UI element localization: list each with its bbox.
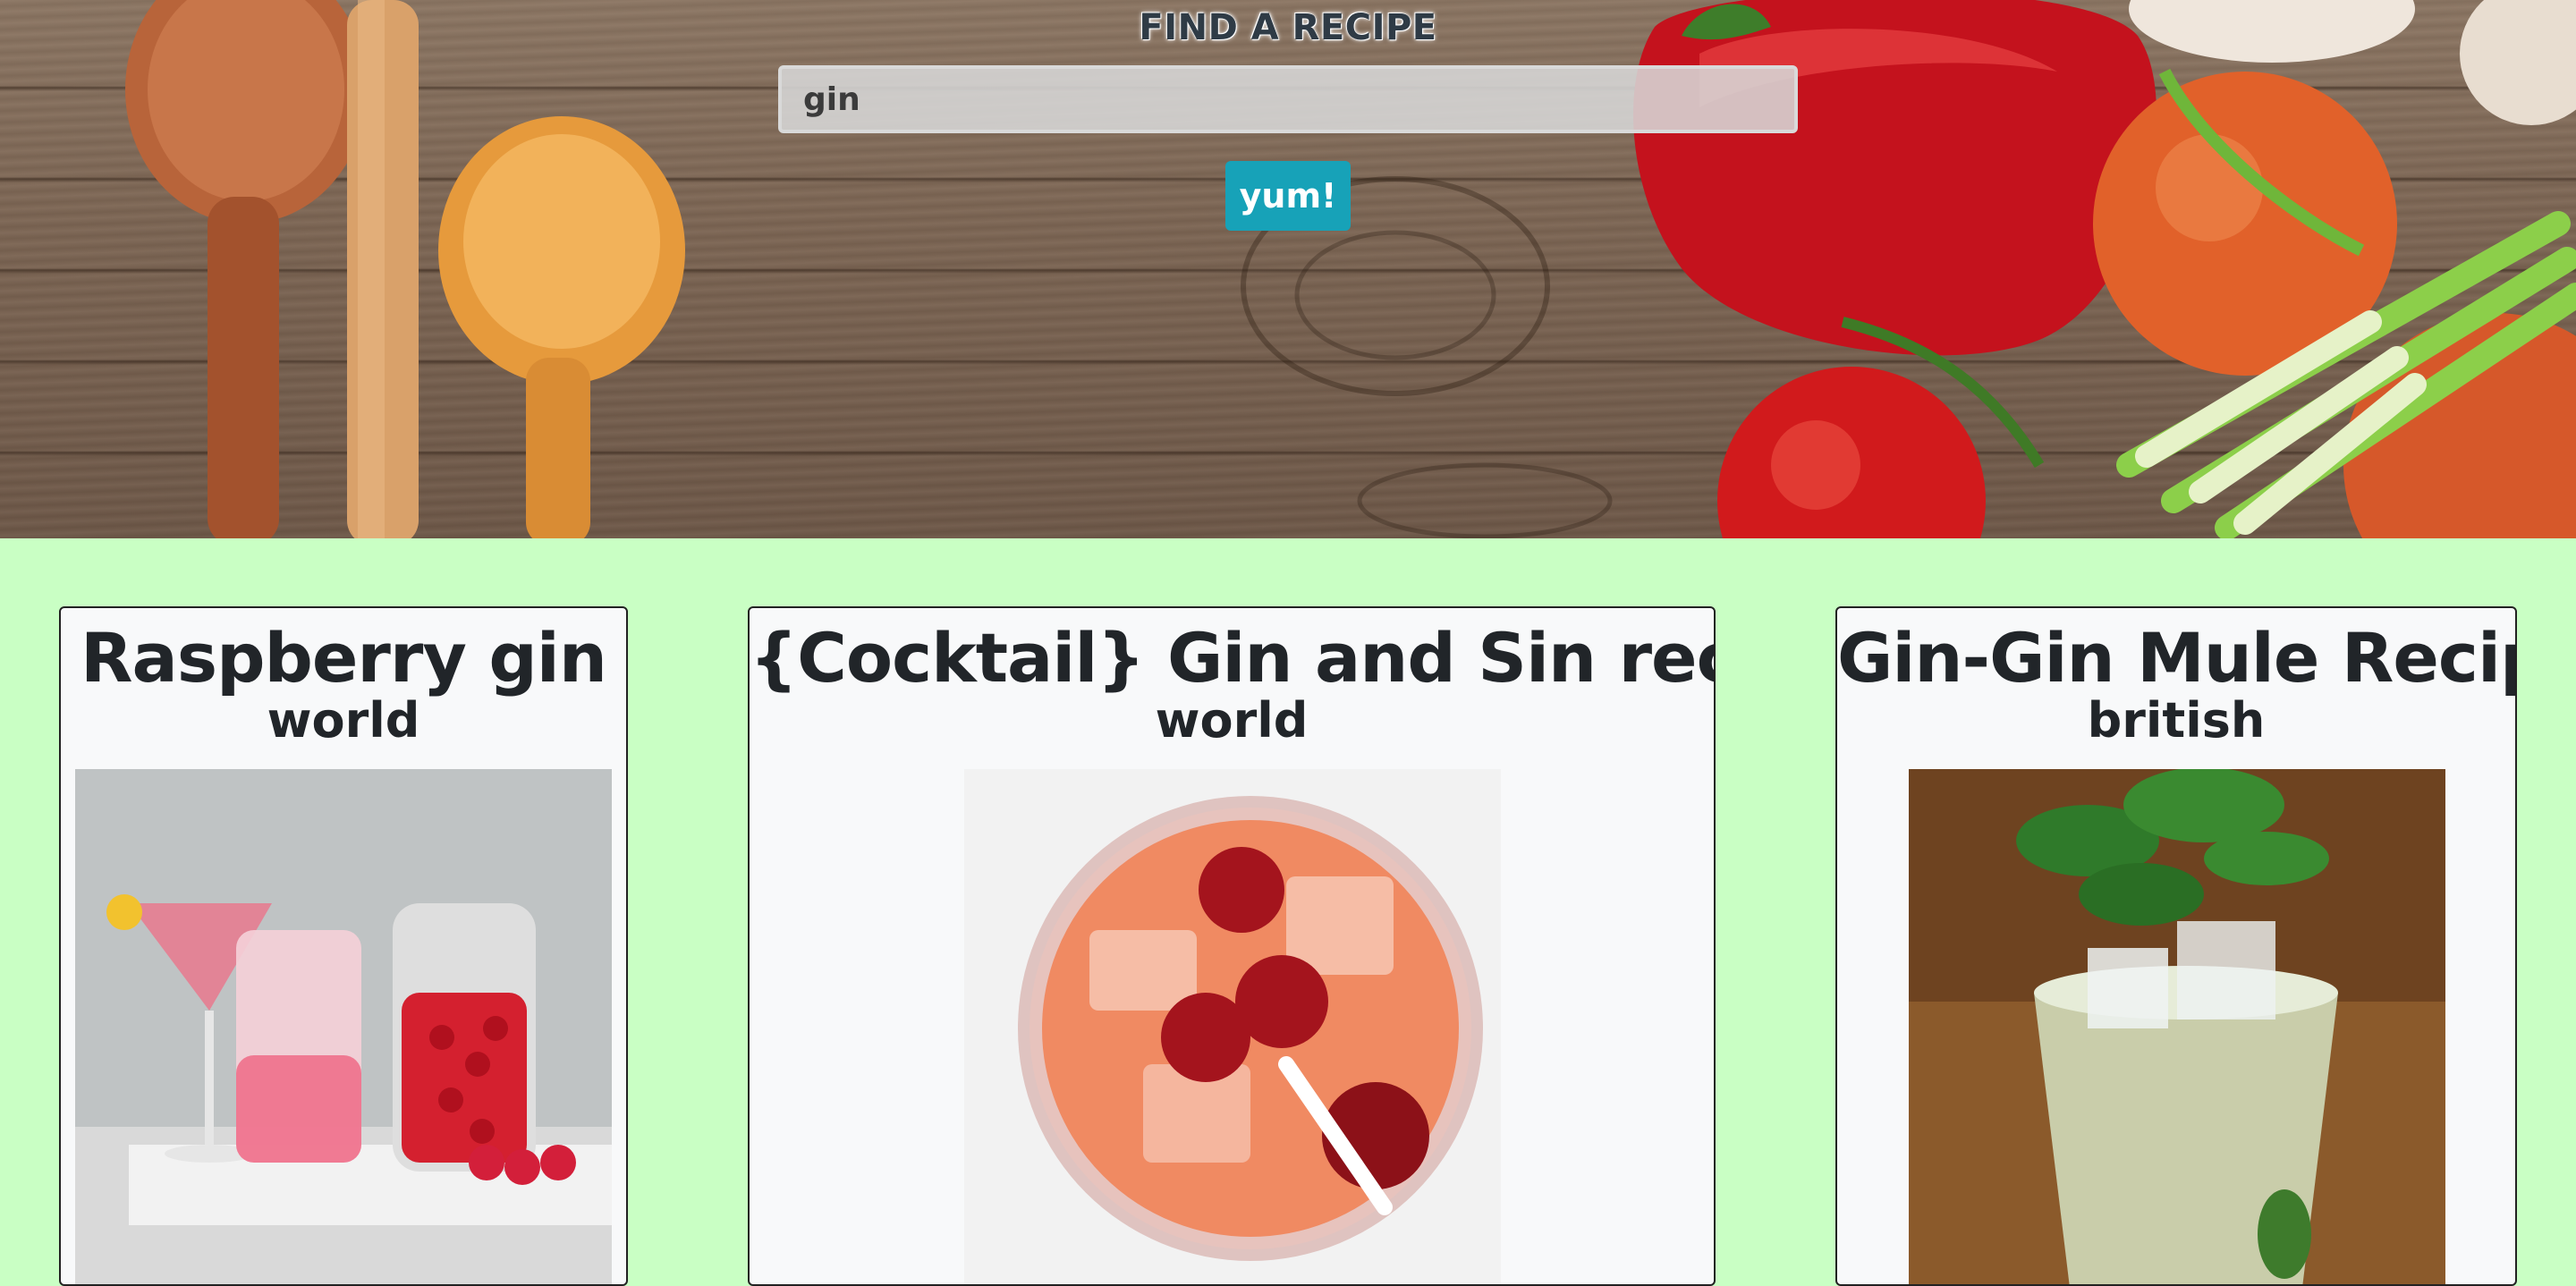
page-title: FIND A RECIPE [1139,7,1437,48]
recipe-cuisine: world [267,691,420,749]
recipe-image[interactable] [964,769,1501,1284]
recipe-image[interactable] [75,769,612,1284]
hero-banner: FIND A RECIPE yum! [0,0,2576,538]
recipe-image[interactable] [1909,769,2445,1284]
recipe-title: Gin-Gin Mule Recipe [1837,618,2515,698]
recipe-title: Raspberry gin [80,618,607,698]
recipe-cuisine: british [2087,691,2266,749]
recipe-card[interactable]: Gin-Gin Mule Recipe british [1835,606,2517,1286]
recipe-card[interactable]: {Cocktail} Gin and Sin recipes world [748,606,1716,1286]
recipe-card[interactable]: Raspberry gin world [59,606,628,1286]
recipe-title: {Cocktail} Gin and Sin recipes [750,618,1714,698]
search-button[interactable]: yum! [1225,161,1351,231]
search-input[interactable] [778,65,1798,133]
recipe-cuisine: world [1155,691,1309,749]
